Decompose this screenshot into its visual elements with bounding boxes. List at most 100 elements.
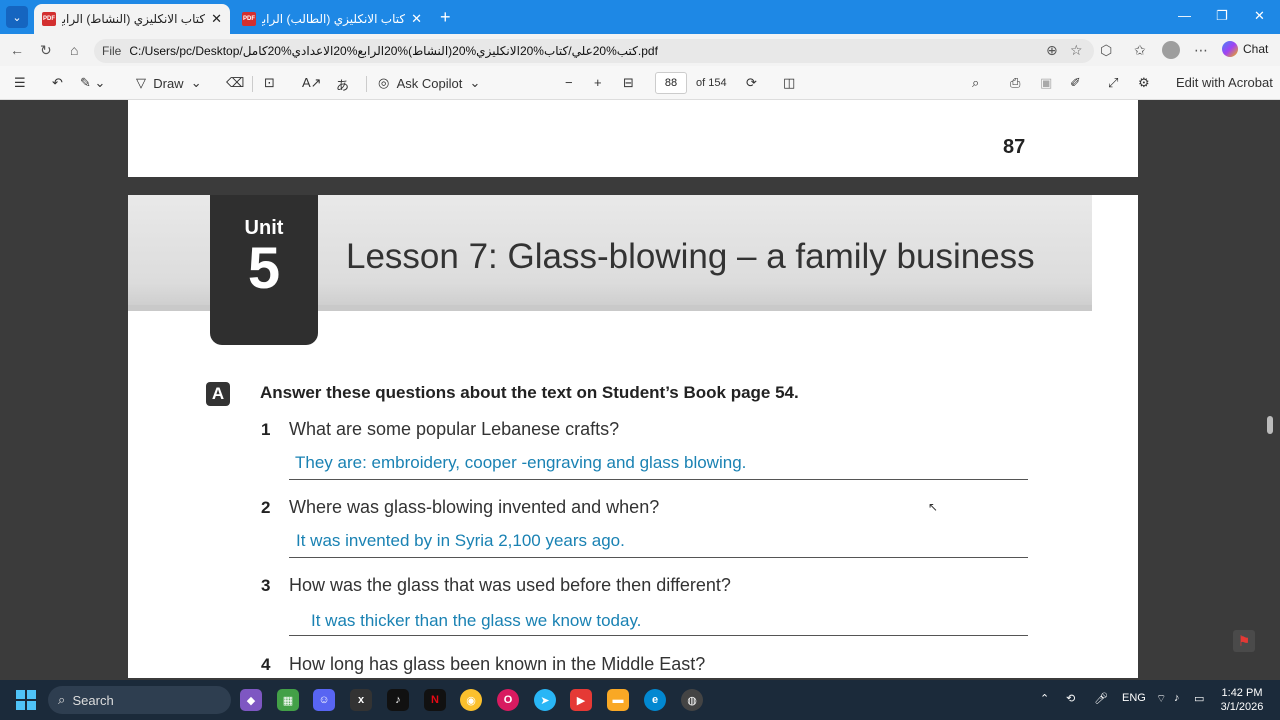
close-tab-icon[interactable]: ✕ (211, 11, 222, 27)
vertical-scrollbar[interactable] (1266, 104, 1274, 670)
language-indicator[interactable]: ENG (1122, 692, 1146, 704)
question-number: 3 (261, 576, 271, 595)
avatar[interactable] (1162, 41, 1180, 59)
section-label: A (206, 382, 230, 406)
save-icon[interactable]: ▣ (1040, 75, 1052, 91)
pdf-page-current: Unit 5 Lesson 7: Glass-blowing – a famil… (128, 195, 1138, 678)
start-icon[interactable] (16, 690, 36, 710)
tab-title: كتاب الانكليزي (النشاط) الرابع الاعدادي (62, 12, 206, 26)
netflix-app-icon[interactable]: N (424, 689, 446, 711)
search-icon: ⌕ (58, 692, 66, 707)
tiktok-app-icon[interactable]: ♪ (387, 689, 409, 711)
restore-icon[interactable]: ❐ (1216, 8, 1228, 24)
tab-activity-book[interactable]: PDF كتاب الانكليزي (النشاط) الرابع الاعد… (34, 4, 230, 34)
answer-line (289, 557, 1028, 558)
acrobat-icon[interactable]: ⚑ (1233, 630, 1255, 652)
question-number: 2 (261, 498, 271, 517)
youtube-app-icon[interactable]: ▶ (570, 689, 592, 711)
copilot-app-icon[interactable]: ◆ (240, 689, 262, 711)
more-icon[interactable]: ⋯ (1194, 42, 1208, 59)
opera-app-icon[interactable]: O (497, 689, 519, 711)
answer-line (289, 635, 1028, 636)
question-text: Where was glass-blowing invented and whe… (289, 497, 660, 517)
close-window-icon[interactable]: ✕ (1254, 8, 1265, 24)
settings-icon[interactable]: ⚙ (1138, 75, 1150, 91)
obs-app-icon[interactable]: ◍ (681, 689, 703, 711)
zoom-in-icon[interactable]: + (594, 75, 602, 90)
lesson-title: Lesson 7: Glass-blowing – a family busin… (346, 237, 1035, 276)
zoom-icon[interactable]: ⊕ (1046, 42, 1058, 59)
copilot-icon (1222, 41, 1238, 57)
erase-icon[interactable]: ⌫ (226, 75, 244, 91)
taskbar-search[interactable]: ⌕ Search (48, 686, 231, 714)
sync-icon[interactable]: ⟲ (1066, 692, 1075, 705)
save-as-icon[interactable]: ✐ (1070, 75, 1081, 91)
rotate-icon[interactable]: ⟳ (746, 75, 757, 91)
x-app-icon[interactable]: x (350, 689, 372, 711)
minimize-icon[interactable]: — (1178, 8, 1191, 23)
chat-label: Chat (1243, 42, 1269, 56)
taskbar: ⌕ Search ◆ ▦ ☺ x ♪ N ◉ O ➤ ▶ ▬ e ◍ ⌃ ⟲ 🎤… (0, 680, 1280, 720)
fullscreen-icon[interactable]: ⤢ (1108, 75, 1118, 91)
zoom-out-icon[interactable]: − (565, 75, 573, 90)
scrollbar-thumb[interactable] (1267, 416, 1273, 434)
microphone-icon[interactable]: 🎤︎ (1094, 692, 1108, 705)
battery-icon[interactable]: ▭ (1194, 692, 1204, 705)
wifi-icon[interactable]: ⌔ (1156, 692, 1166, 706)
copilot-label: Ask Copilot (396, 75, 463, 91)
new-tab-icon[interactable]: + (440, 8, 451, 26)
tab-title: كتاب الانكليزي (الطالب) الرابع الاعدادي (262, 12, 406, 26)
close-tab-icon[interactable]: ✕ (411, 11, 422, 27)
pdf-toolbar: ☰ ↶ ✎ ⌄ ▽ Draw ⌄ ⌫ ⊡ A↗ あ ◎ Ask Copilot … (0, 66, 1280, 100)
page-number-input[interactable]: 88 (655, 72, 687, 94)
back-icon[interactable]: ← (10, 42, 24, 58)
page-total: of 154 (696, 77, 727, 89)
home-icon[interactable]: ⌂ (70, 42, 78, 58)
file-explorer-app-icon[interactable]: ▬ (607, 689, 629, 711)
translate-icon[interactable]: あ (336, 75, 349, 94)
tab-student-book[interactable]: PDF كتاب الانكليزي (الطالب) الرابع الاعد… (234, 4, 430, 34)
pdf-page-previous: 87 (128, 100, 1138, 177)
read-aloud-icon[interactable]: A↗ (302, 75, 322, 91)
answer-text: They are: embroidery, cooper -engraving … (295, 453, 747, 472)
url-field[interactable]: File C:/Users/pc/Desktop/كتب%20علي/كتاب%… (94, 39, 1094, 63)
highlight-icon[interactable]: ✎ ⌄ (80, 75, 105, 91)
divider (366, 76, 367, 92)
search-icon[interactable]: ⌕ (972, 75, 979, 91)
question-text: What are some popular Lebanese crafts? (289, 419, 620, 439)
refresh-icon[interactable]: ↻ (40, 42, 52, 59)
edit-with-acrobat-button[interactable]: Edit with Acrobat (1176, 75, 1273, 90)
undo-icon[interactable]: ↶ (52, 75, 63, 91)
mouse-cursor-icon: ↖ (928, 500, 939, 514)
url-text: C:/Users/pc/Desktop/كتب%20علي/كتاب%20الا… (129, 44, 658, 58)
draw-icon: ▽ (136, 75, 146, 90)
file-scheme-label: File (102, 44, 122, 58)
answer-line (289, 479, 1028, 480)
extensions-icon[interactable]: ⬡ (1100, 42, 1112, 59)
pdf-viewer[interactable]: 87 Unit 5 Lesson 7: Glass-blowing – a fa… (0, 100, 1280, 678)
show-hidden-icons-icon[interactable]: ⌃ (1040, 692, 1049, 705)
text-icon[interactable]: ⊡ (264, 75, 275, 91)
print-icon[interactable]: ⎙ (1010, 75, 1020, 91)
discord-app-icon[interactable]: ☺ (313, 689, 335, 711)
volume-icon[interactable]: ♪ (1174, 692, 1180, 704)
chrome-app-icon[interactable]: ◉ (460, 689, 482, 711)
clock[interactable]: 1:42 PM 3/1/2026 (1212, 686, 1272, 714)
favorite-icon[interactable]: ☆ (1070, 42, 1083, 59)
copilot-icon: ◎ (378, 75, 390, 90)
excel-app-icon[interactable]: ▦ (277, 689, 299, 711)
chat-button[interactable]: Chat (1222, 41, 1268, 57)
tab-bar: ⌄ PDF كتاب الانكليزي (النشاط) الرابع الا… (0, 0, 1280, 34)
answer-text: It was invented by in Syria 2,100 years … (296, 531, 625, 550)
draw-button[interactable]: ▽ Draw ⌄ (136, 75, 202, 91)
edge-app-icon[interactable]: e (644, 689, 666, 711)
ask-copilot-button[interactable]: ◎ Ask Copilot ⌄ (378, 75, 480, 91)
question-number: 4 (261, 655, 271, 674)
page-number: 87 (1003, 136, 1026, 158)
tab-actions-button[interactable]: ⌄ (6, 6, 28, 28)
telegram-app-icon[interactable]: ➤ (534, 689, 556, 711)
page-view-icon[interactable]: ◫ (783, 75, 795, 91)
contents-icon[interactable]: ☰ (14, 75, 26, 91)
fit-page-icon[interactable]: ⊟ (623, 75, 634, 91)
favorites-bar-icon[interactable]: ✩ (1134, 42, 1146, 59)
